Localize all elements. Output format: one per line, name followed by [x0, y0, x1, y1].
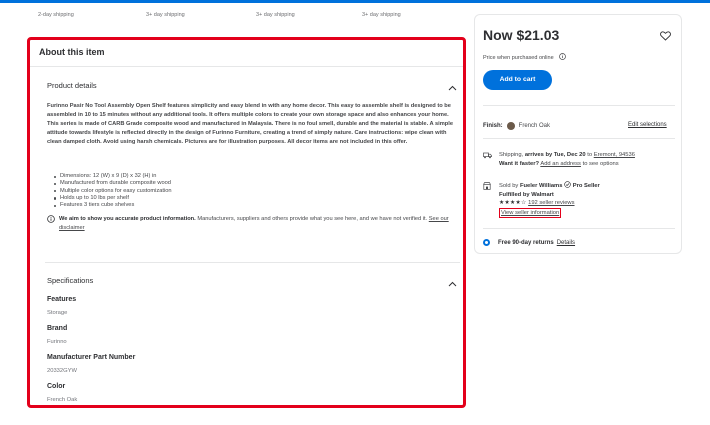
location-link[interactable]: Eremont, 94536 [594, 152, 635, 158]
shipping-option[interactable]: 2-day shipping [38, 12, 96, 18]
list-item: Dimensions: 12 (W) x 9 (D) x 32 (H) in [54, 173, 414, 180]
product-description: Furinno Pasir No Tool Assembly Open Shel… [47, 103, 454, 146]
divider [483, 228, 675, 229]
accuracy-notice: We aim to show you accurate product info… [47, 215, 457, 232]
info-icon [47, 215, 55, 227]
divider [483, 138, 675, 139]
add-to-cart-button[interactable]: Add to cart [483, 70, 552, 90]
spec-value: Storage [47, 310, 68, 316]
price-note: Price when purchased online [483, 53, 566, 62]
edit-selections-link[interactable]: Edit selections [628, 122, 667, 128]
feature-bullets: Dimensions: 12 (W) x 9 (D) x 32 (H) in M… [54, 173, 414, 209]
chevron-up-icon[interactable] [448, 281, 457, 289]
about-this-item-panel: About this item Product details Furinno … [27, 37, 466, 408]
shipping-prefix: Shipping, [499, 152, 524, 158]
shipping-option[interactable]: 3+ day shipping [146, 12, 206, 18]
spec-value: Furinno [47, 339, 67, 345]
info-icon[interactable] [558, 53, 566, 62]
spec-label: Brand [47, 325, 68, 332]
finish-selector: Finish: French Oak [483, 122, 550, 130]
store-icon [483, 182, 491, 194]
pro-seller-badge-icon [564, 181, 573, 189]
notice-bold-text: We aim to show you accurate product info… [59, 216, 196, 222]
shipping-to: to [587, 152, 593, 158]
specifications-heading[interactable]: Specifications [47, 276, 93, 285]
seller-info: Sold by Fueler Williams Pro Seller Fulfi… [483, 181, 678, 219]
list-item: Multiple color options for easy customiz… [54, 188, 414, 195]
returns-icon [483, 239, 490, 246]
pro-seller-label: Pro Seller [572, 183, 600, 189]
list-item: Manufactured from durable composite wood [54, 180, 414, 187]
price-note-text: Price when purchased online [483, 54, 554, 61]
buy-box: Now $21.03 Price when purchased online A… [474, 14, 682, 254]
shipping-info: Shipping, arrives by Tue, Dec 20 to Erem… [483, 151, 678, 168]
about-title: About this item [39, 47, 105, 57]
add-address-link[interactable]: Add an address [540, 161, 581, 167]
divider [483, 105, 675, 106]
returns-text: Free 90-day returns [498, 239, 554, 246]
truck-icon [483, 152, 492, 163]
divider [45, 262, 460, 263]
seller-name[interactable]: Fueler Williams [520, 183, 562, 189]
top-accent-bar [0, 0, 710, 3]
sold-by-prefix: Sold by [499, 183, 519, 189]
price: Now $21.03 [483, 27, 560, 43]
chevron-up-icon[interactable] [448, 85, 457, 93]
seller-reviews-link[interactable]: 192 seller reviews [528, 200, 574, 206]
spec-label: Features [47, 296, 77, 303]
faster-suffix: to see options [582, 160, 619, 167]
spec-value: French Oak [47, 397, 78, 403]
heart-icon[interactable] [660, 28, 671, 46]
finish-label: Finish: [483, 123, 503, 129]
list-item: Features 3 tiers cube shelves [54, 202, 414, 209]
shipping-option[interactable]: 3+ day shipping [362, 12, 401, 18]
view-seller-information-link[interactable]: View seller information [499, 207, 562, 219]
notice-text: Manufacturers, suppliers and others prov… [197, 216, 428, 222]
shipping-options-row: 2-day shipping 3+ day shipping 3+ day sh… [38, 12, 451, 18]
spec-label: Manufacturer Part Number [47, 354, 136, 361]
returns-info: Free 90-day returns Details [483, 239, 575, 246]
finish-value: French Oak [518, 123, 551, 129]
product-details-heading[interactable]: Product details [47, 81, 97, 90]
list-item: Holds up to 10 lbs per shelf [54, 195, 414, 202]
faster-text: Want it faster? [499, 160, 540, 167]
star-rating: ★★★★☆ [499, 200, 527, 207]
returns-details-link[interactable]: Details [557, 240, 575, 246]
shipping-option[interactable]: 3+ day shipping [256, 12, 312, 18]
spec-label: Color [47, 383, 66, 390]
fulfilled-by: Fulfilled by Walmart [499, 191, 554, 198]
spec-value: 20332GYW [47, 368, 77, 374]
arrival-date: arrives by Tue, Dec 20 [524, 152, 586, 158]
divider [30, 66, 463, 67]
color-swatch[interactable] [506, 122, 515, 130]
